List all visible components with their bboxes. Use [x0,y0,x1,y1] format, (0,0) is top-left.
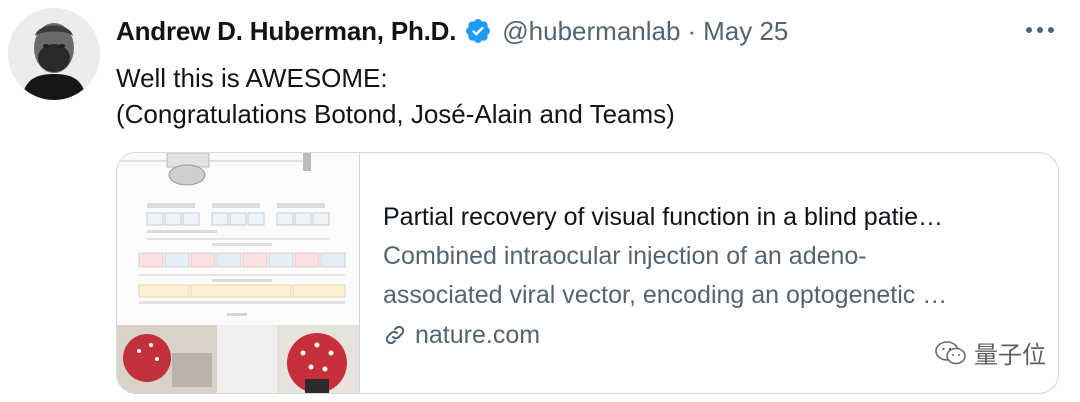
card-description-line: associated viral vector, encoding an opt… [383,281,948,309]
tweet-text-line: Well this is AWESOME: [116,63,388,93]
watermark-text: 量子位 [974,341,1046,369]
more-dot [1037,27,1043,33]
card-description: Combined intraocular injection of an ade… [383,237,1043,315]
card-domain-text: nature.com [415,321,541,349]
card-description-line: Combined intraocular injection of an ade… [383,242,867,270]
more-horizontal-icon[interactable] [1020,18,1060,42]
tweet-date[interactable]: May 25 [703,16,788,47]
card-title[interactable]: Partial recovery of visual function in a… [383,197,1033,237]
tweet-text: Well this is AWESOME: (Congratulations B… [116,60,675,132]
author-handle[interactable]: @hubermanlab [502,16,680,47]
author-avatar[interactable] [8,8,100,100]
more-dot [1048,27,1054,33]
link-icon [385,325,405,345]
watermark: 量子位 [934,335,1046,370]
tweet-header: Andrew D. Huberman, Ph.D. @hubermanlab ·… [116,14,788,48]
more-dot [1026,27,1032,33]
link-preview-card[interactable]: Partial recovery of visual function in a… [116,152,1059,394]
header-separator: · [687,15,697,46]
tweet-text-line: (Congratulations Botond, José-Alain and … [116,99,675,129]
wechat-logo-icon [935,340,966,364]
figure-thumbnail [117,153,359,393]
avatar-portrait [8,8,100,100]
author-display-name[interactable]: Andrew D. Huberman, Ph.D. [116,16,456,47]
verified-badge-icon [466,19,491,43]
card-media-thumbnail [117,153,360,393]
